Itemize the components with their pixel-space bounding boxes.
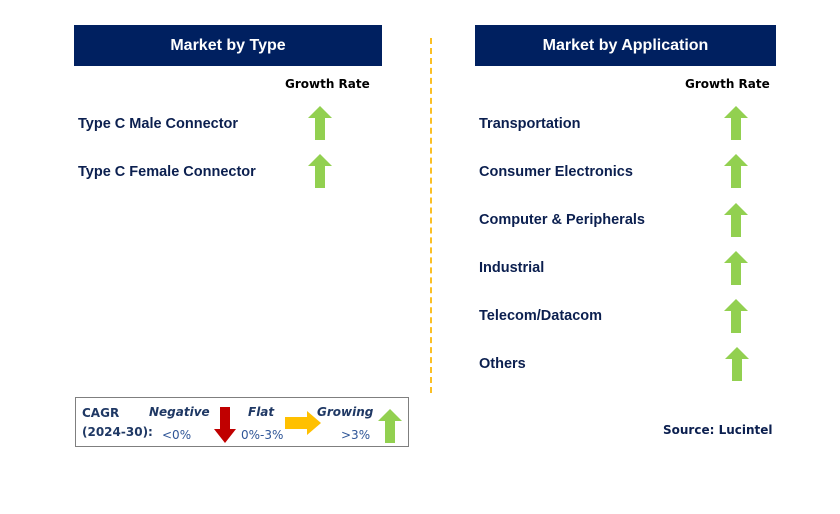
growth-up-arrow-icon — [724, 106, 748, 140]
market-by-application-header: Market by Application — [475, 25, 776, 66]
cagr-legend: CAGR (2024-30): Negative <0% Flat 0%-3% … — [75, 397, 409, 447]
legend-cagr-label: CAGR — [82, 406, 120, 420]
legend-flat-value: 0%-3% — [241, 428, 284, 442]
type-item-label: Type C Female Connector — [78, 164, 256, 180]
growth-up-arrow-icon — [724, 154, 748, 188]
growth-up-arrow-icon — [724, 203, 748, 237]
application-item-label: Transportation — [479, 116, 581, 132]
source-label: Source: Lucintel — [663, 423, 773, 437]
legend-growing-label: Growing — [317, 405, 374, 419]
type-item-label: Type C Male Connector — [78, 116, 239, 132]
growth-rate-label-type: Growth Rate — [285, 77, 370, 91]
growing-up-arrow-icon — [378, 409, 402, 443]
legend-cagr-period: (2024-30): — [82, 425, 153, 439]
legend-negative-label: Negative — [149, 405, 210, 419]
growth-up-arrow-icon — [724, 299, 748, 333]
growth-up-arrow-icon — [724, 251, 748, 285]
growth-rate-label-application: Growth Rate — [685, 77, 770, 91]
growth-up-arrow-icon — [308, 106, 332, 140]
market-by-application-title: Market by Application — [542, 36, 709, 54]
application-item-label: Others — [479, 356, 526, 372]
market-by-type-header: Market by Type — [74, 25, 382, 66]
growth-up-arrow-icon — [725, 347, 749, 381]
panel-divider — [430, 38, 432, 393]
growth-up-arrow-icon — [308, 154, 332, 188]
application-item-label: Industrial — [479, 260, 545, 276]
legend-flat-label: Flat — [248, 405, 275, 419]
negative-down-arrow-icon — [214, 407, 236, 443]
legend-growing-value: >3% — [341, 428, 371, 442]
flat-right-arrow-icon — [285, 411, 321, 435]
application-item-label: Telecom/Datacom — [479, 308, 603, 324]
application-item-label: Computer & Peripherals — [479, 212, 645, 228]
legend-negative-value: <0% — [162, 428, 192, 442]
application-item-label: Consumer Electronics — [479, 164, 633, 180]
market-by-type-title: Market by Type — [170, 36, 286, 54]
